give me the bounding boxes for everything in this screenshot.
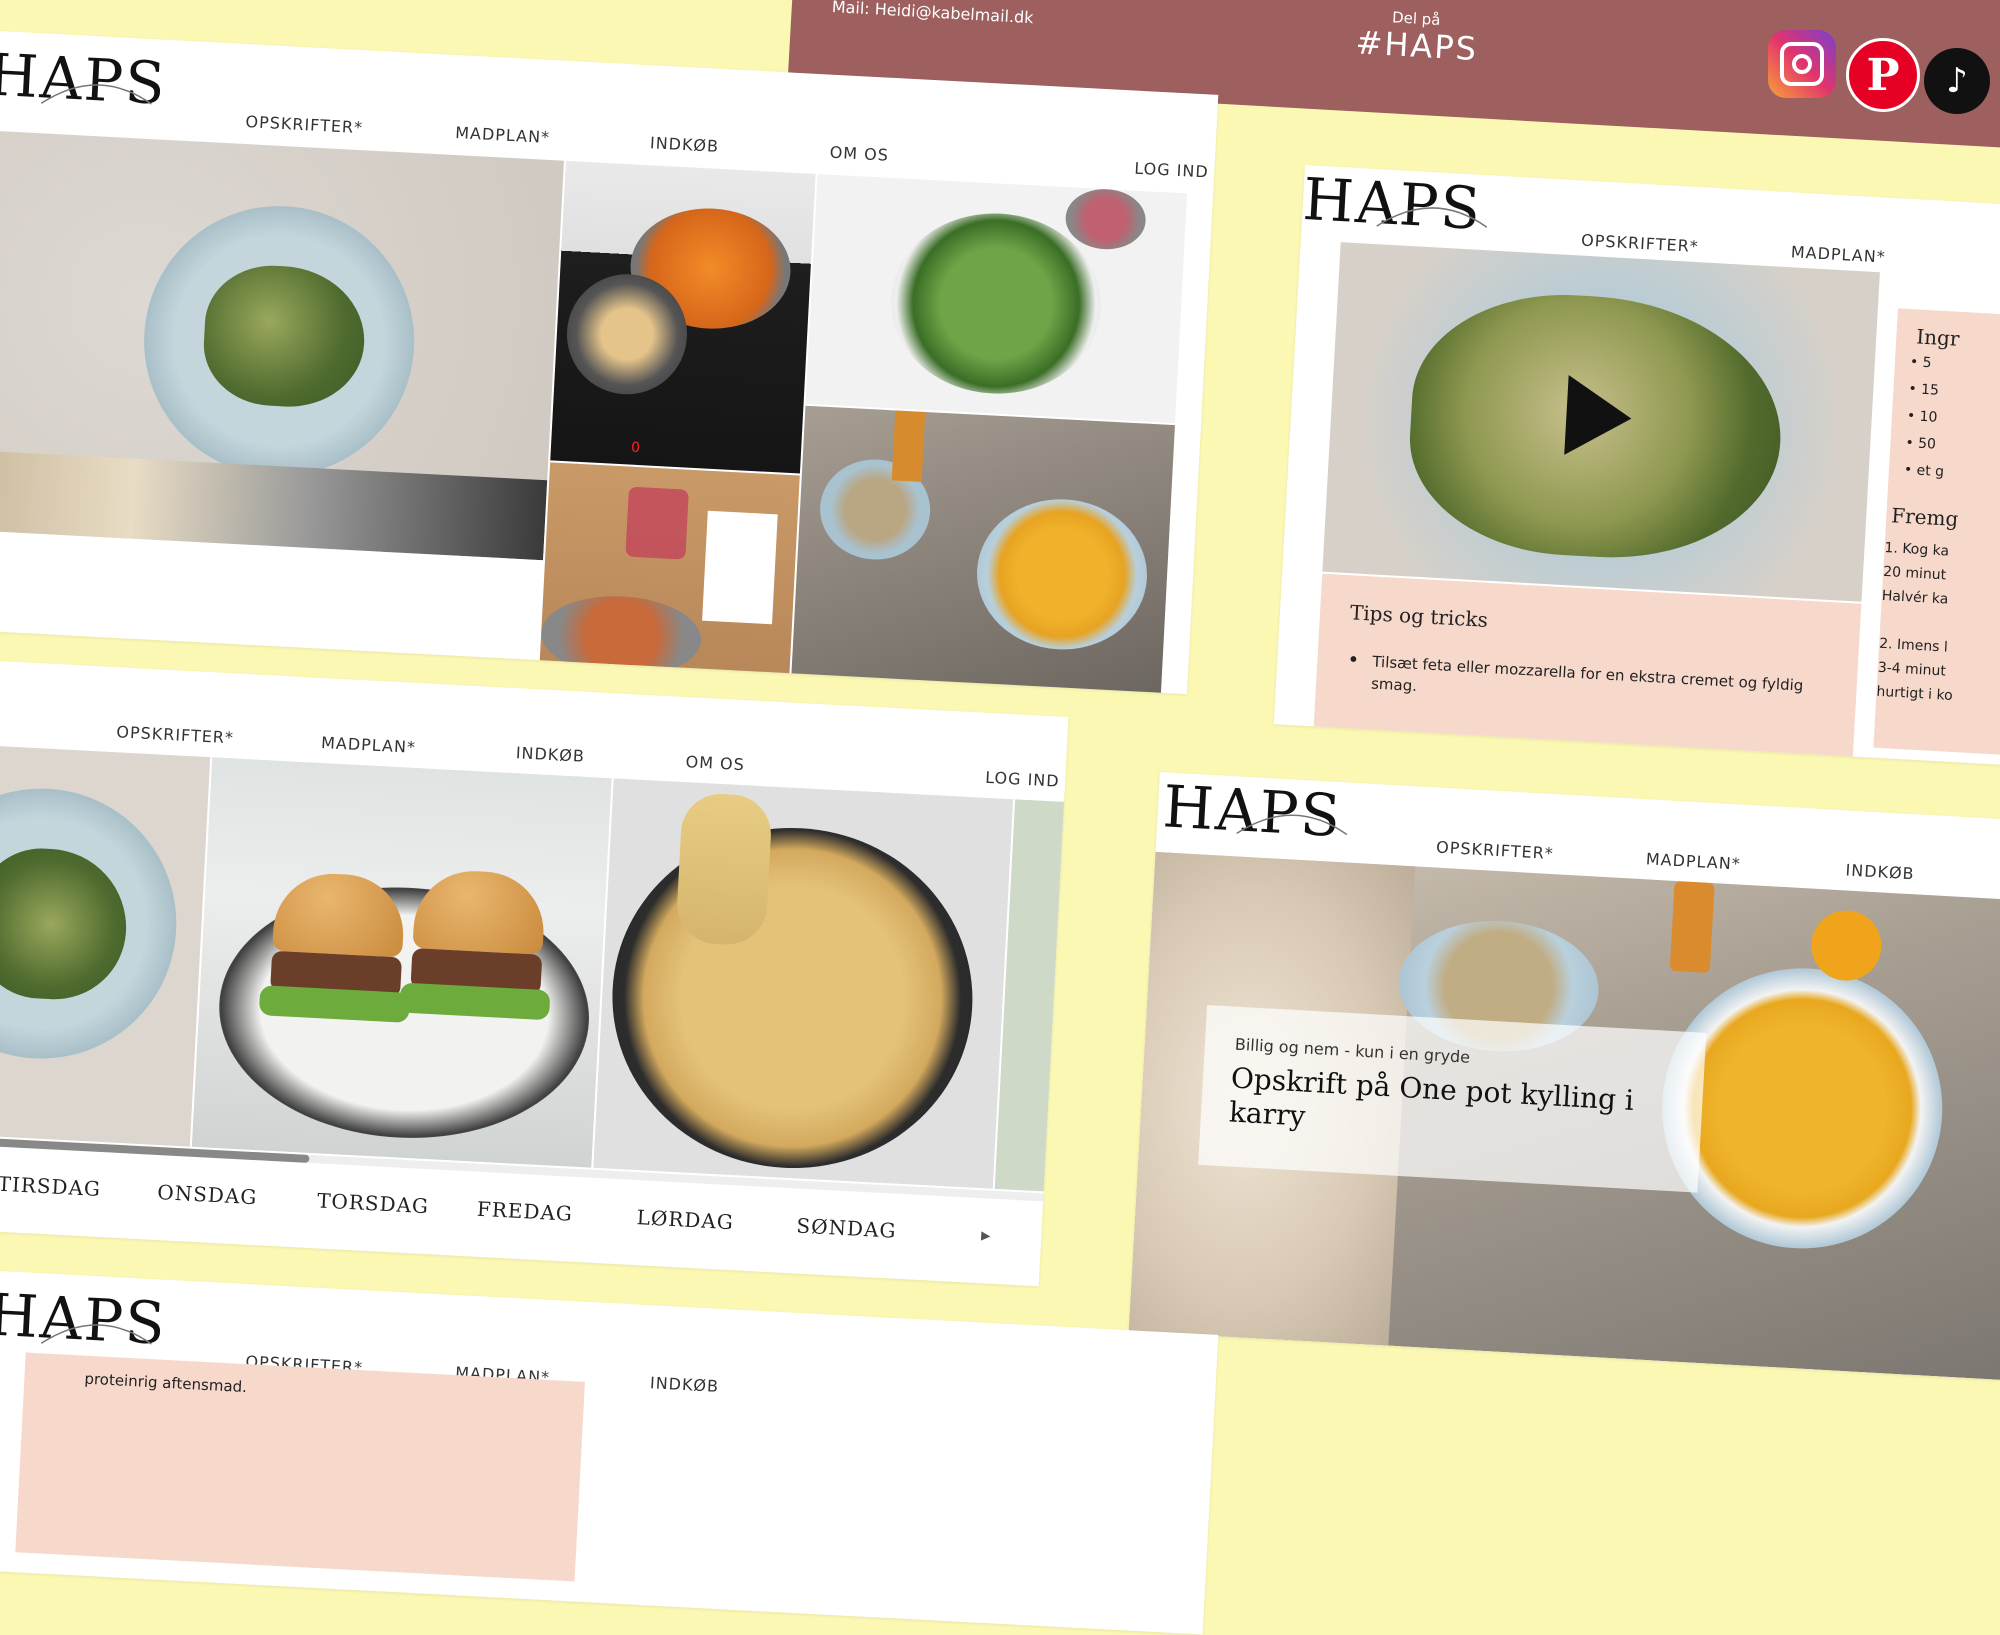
nav-recipes[interactable]: OPSKRIFTER* [1436, 838, 1555, 864]
ingredient-item: • 50 [1904, 434, 1937, 453]
tips-title: Tips og tricks [1349, 600, 1489, 632]
nav-mealplan[interactable]: MADPLAN* [455, 123, 551, 147]
tiktok-icon[interactable]: ♪ [1924, 48, 1990, 114]
play-icon[interactable] [1559, 375, 1633, 459]
weekday-torsdag[interactable]: TORSDAG [317, 1188, 430, 1218]
ingredients-box: Ingr • 5 • 15 • 10 • 50 • et g Fremg 1. Kog … [1873, 308, 2000, 759]
weekday-onsdag[interactable]: ONSDAG [157, 1180, 258, 1209]
meal-photo-burgers[interactable] [191, 757, 612, 1168]
tips-box: Tips og tricks • Tilsæt feta eller mozza… [1313, 573, 1862, 764]
recipe-video[interactable] [1322, 242, 1880, 602]
ingredient-item: • 10 [1906, 408, 1938, 426]
photo-stove-cooking[interactable]: 0 [550, 160, 816, 474]
nav-login[interactable]: LOG IND [1134, 159, 1209, 182]
nav-shopping[interactable]: INDKØB [1845, 860, 1915, 883]
method-list: 1. Kog ka 20 minut Halvér ka 2. Imens l 3-4 … [1876, 536, 1961, 708]
ingredient-item: • et g [1903, 461, 1945, 481]
method-line: Halvér ka [1881, 587, 1949, 608]
method-title: Fremg [1890, 503, 1959, 532]
ingredients-title: Ingr [1915, 324, 1961, 351]
featured-recipe-overlay[interactable]: Billig og nem - kun i en gryde Opskrift … [1198, 1004, 1707, 1193]
mealplan-card: OPSKRIFTER* MADPLAN* INDKØB OM OS LOG IN… [0, 660, 1069, 1287]
nav-mealplan[interactable]: MADPLAN* [1645, 849, 1741, 873]
meal-photo-green-beans[interactable] [0, 744, 211, 1147]
ingredient-item: • 15 [1907, 381, 1940, 399]
featured-title: Opskrift på One pot kylling i karry [1228, 1061, 1635, 1133]
ingredient-item: • 5 [1909, 354, 1932, 372]
logo-arc [40, 84, 152, 105]
partial-page-card: HAPS OPSKRIFTER* MADPLAN* INDKØB protein… [0, 1270, 1219, 1635]
footer-hashtag[interactable]: #HAPS [1355, 23, 1479, 68]
nav-shopping[interactable]: INDKØB [650, 1373, 720, 1396]
photo-table-drink[interactable] [539, 462, 800, 676]
scroll-right-arrow-icon[interactable]: ▶ [981, 1228, 991, 1242]
logo-arc [40, 1324, 152, 1345]
meal-photo-pasta-wok[interactable] [593, 778, 1014, 1189]
ingredients-list: • 5 • 15 • 10 • 50 • et g [1903, 354, 1951, 491]
recipe-detail-card: HAPS OPSKRIFTER* MADPLAN* INDKØB Tips og… [1273, 165, 2000, 767]
logo-arc [1236, 814, 1348, 836]
photo-chicken-curry[interactable] [791, 405, 1175, 695]
nav-about[interactable]: OM OS [685, 752, 745, 774]
logo-arc [1376, 207, 1488, 228]
method-line: hurtigt i ko [1876, 683, 1954, 704]
photo-green-bean-salad[interactable] [0, 129, 564, 561]
featured-kicker: Billig og nem - kun i en gryde [1234, 1034, 1471, 1067]
nav-recipes[interactable]: OPSKRIFTER* [1581, 231, 1700, 257]
nav-recipes[interactable]: OPSKRIFTER* [116, 722, 234, 747]
nav-about[interactable]: OM OS [829, 143, 889, 165]
pinterest-icon[interactable]: P [1846, 38, 1920, 112]
weekday-tirsdag[interactable]: TIRSDAG [0, 1172, 102, 1201]
home-page-card: HAPS OPSKRIFTER* MADPLAN* INDKØB OM OS L… [0, 30, 1219, 695]
nav-shopping[interactable]: INDKØB [650, 133, 720, 156]
weekday-fredag[interactable]: FREDAG [476, 1197, 573, 1226]
footer-mail[interactable]: Mail: Heidi@kabelmail.dk [831, 0, 1034, 27]
tips-bullet: • [1346, 647, 1360, 672]
featured-recipe-card: HAPS OPSKRIFTER* MADPLAN* INDKØB Billig … [1128, 772, 2000, 1382]
weekday-lørdag[interactable]: LØRDAG [636, 1205, 734, 1234]
tips-item: Tilsæt feta eller mozzarella for en ekst… [1370, 652, 1804, 696]
nav-recipes[interactable]: OPSKRIFTER* [245, 112, 363, 137]
snippet-text: proteinrig aftensmad. [83, 1369, 248, 1397]
nav-shopping[interactable]: INDKØB [515, 743, 585, 766]
instagram-icon[interactable] [1768, 30, 1836, 98]
snippet-box: proteinrig aftensmad. [15, 1352, 585, 1582]
nav-login[interactable]: LOG IND [985, 768, 1060, 791]
photo-salad-bowl[interactable] [805, 174, 1188, 424]
nav-mealplan[interactable]: MADPLAN* [321, 733, 417, 757]
nav-mealplan[interactable]: MADPLAN* [1790, 242, 1886, 266]
weekday-søndag[interactable]: SØNDAG [796, 1214, 897, 1243]
